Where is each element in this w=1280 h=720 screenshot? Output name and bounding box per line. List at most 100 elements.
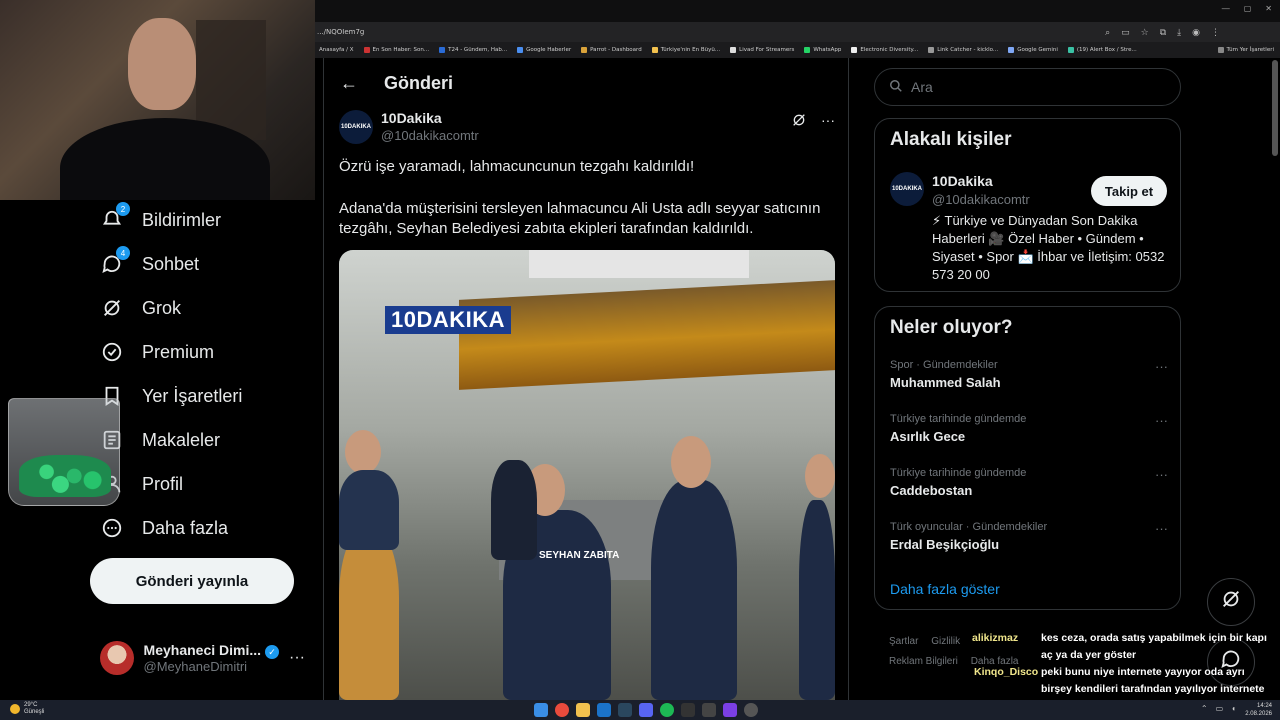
- sidebar-item-label: Daha fazla: [142, 517, 229, 538]
- post-button[interactable]: Gönderi yayınla: [90, 558, 294, 604]
- sidebar-item-grok[interactable]: Grok: [100, 296, 181, 320]
- bookmark-item[interactable]: Livad For Streamers: [730, 47, 794, 53]
- tweet-video[interactable]: 10DAKIKA SEYHAN ZABITA: [339, 250, 835, 700]
- bookmark-item[interactable]: Parrot - Dashboard: [581, 47, 642, 53]
- trend-name: Caddebostan: [890, 483, 973, 498]
- verified-icon: ✓: [265, 644, 280, 659]
- account-more-icon[interactable]: ···: [289, 649, 305, 667]
- follow-button[interactable]: Takip et: [1091, 176, 1167, 206]
- bookmark-item[interactable]: Anasayfa / X: [319, 47, 354, 53]
- chevron-up-icon[interactable]: ⌃: [1201, 704, 1208, 713]
- bookmark-item[interactable]: Electronic Diversity...: [851, 47, 918, 53]
- sidebar-item-bookmarks[interactable]: Yer İşaretleri: [100, 384, 242, 408]
- tweet-more-icon[interactable]: ···: [821, 112, 835, 131]
- folder-icon[interactable]: [576, 703, 590, 717]
- main-column: ← Gönderi 10DAKIKA 10Dakika @10dakikacom…: [323, 58, 849, 700]
- download-icon[interactable]: ⤓: [1177, 27, 1181, 38]
- spotify-icon[interactable]: [660, 703, 674, 717]
- network-icon[interactable]: ▭: [1216, 704, 1224, 713]
- all-bookmarks[interactable]: Tüm Yer İşaretleri: [1217, 47, 1280, 53]
- taskbar-apps: [534, 703, 758, 717]
- close-icon[interactable]: ✕: [1265, 4, 1272, 13]
- trend-item[interactable]: Türkiye tarihinde gündemde Caddebostan ·…: [890, 467, 1170, 498]
- trend-item[interactable]: Türkiye tarihinde gündemde Asırlık Gece …: [890, 413, 1170, 444]
- trend-more-icon[interactable]: ···: [1155, 467, 1168, 482]
- trend-item[interactable]: Türk oyuncular · Gündemdekiler Erdal Beş…: [890, 521, 1170, 552]
- more-circle-icon: [100, 516, 124, 540]
- bookmark-item[interactable]: Google Gemini: [1008, 47, 1058, 53]
- star-icon[interactable]: ☆: [1141, 27, 1149, 38]
- sidebar-item-label: Premium: [142, 341, 215, 362]
- tweet-avatar[interactable]: 10DAKIKA: [339, 110, 373, 144]
- tweet-author-name[interactable]: 10Dakika: [381, 110, 479, 126]
- discord-icon[interactable]: [639, 703, 653, 717]
- volume-icon[interactable]: ◖: [1231, 704, 1236, 713]
- video-officer: [651, 480, 737, 700]
- app-icon[interactable]: [723, 703, 737, 717]
- bookmark-item[interactable]: Google Haberler: [517, 47, 571, 53]
- bookmark-item[interactable]: Türkiye'nin En Büyü...: [651, 47, 720, 53]
- card-title: Neler oluyor?: [890, 317, 1013, 338]
- search-input[interactable]: [911, 79, 1151, 95]
- chat-badge: 4: [116, 246, 130, 260]
- trend-more-icon[interactable]: ···: [1155, 359, 1168, 374]
- extensions-icon[interactable]: ⧉: [1160, 27, 1166, 38]
- grok-fab[interactable]: [1207, 578, 1255, 626]
- zoom-icon[interactable]: ⌕: [1105, 27, 1110, 38]
- notification-badge: 2: [116, 202, 130, 216]
- chat-bubble-icon: 4: [100, 246, 130, 276]
- windows-taskbar: 29°C Güneşli ⌃ ▭ ◖ 14:24 2.08.2026: [0, 700, 1280, 720]
- sidebar-item-premium[interactable]: Premium: [100, 340, 214, 364]
- bookmark-item[interactable]: Link Catcher - kicklo...: [928, 47, 998, 53]
- menu-icon[interactable]: ⋮: [1211, 27, 1220, 38]
- video-vest-text: SEYHAN ZABITA: [539, 550, 620, 561]
- related-person-handle[interactable]: @10dakikacomtr: [932, 192, 1030, 207]
- show-more-link[interactable]: Daha fazla göster: [890, 581, 1000, 597]
- search-box[interactable]: [874, 68, 1181, 106]
- trend-more-icon[interactable]: ···: [1155, 521, 1168, 536]
- sidebar-item-more[interactable]: Daha fazla: [100, 516, 228, 540]
- app-icon[interactable]: [597, 703, 611, 717]
- bookmark-item[interactable]: En Son Haber: Son...: [363, 47, 429, 53]
- webcam-overlay: [0, 0, 315, 200]
- page-header: ← Gönderi: [324, 58, 848, 108]
- video-officer: [491, 460, 537, 560]
- back-arrow-icon[interactable]: ←: [340, 73, 358, 94]
- minimize-icon[interactable]: —: [1222, 4, 1230, 13]
- url-text[interactable]: .../NQOIem7g: [315, 28, 364, 36]
- bookmark-item[interactable]: T24 - Gündem, Hab...: [439, 47, 507, 53]
- profile-icon[interactable]: ◉: [1192, 27, 1200, 38]
- grok-explain-icon[interactable]: [791, 112, 807, 131]
- chrome-icon[interactable]: [555, 703, 569, 717]
- steam-icon[interactable]: [618, 703, 632, 717]
- account-switcher[interactable]: Meyhaneci Dimi... ✓ @MeyhaneDimitri ···: [100, 636, 315, 680]
- epic-games-icon[interactable]: [681, 703, 695, 717]
- card-title: Alakalı kişiler: [890, 129, 1012, 150]
- scrollbar-thumb[interactable]: [1272, 60, 1278, 156]
- related-person-avatar[interactable]: 10DAKIKA: [890, 172, 924, 206]
- sidebar-item-chat[interactable]: 4 Sohbet: [100, 246, 199, 276]
- bookmark-item[interactable]: WhatsApp: [804, 47, 841, 53]
- tweet-author-handle[interactable]: @10dakikacomtr: [381, 128, 479, 143]
- related-people-card: Alakalı kişiler 10DAKIKA 10Dakika @10dak…: [874, 118, 1181, 292]
- clock[interactable]: 14:24 2.08.2026: [1245, 702, 1272, 718]
- start-icon[interactable]: [534, 703, 548, 717]
- weather-widget[interactable]: 29°C Güneşli: [10, 702, 44, 716]
- related-person-name[interactable]: 10Dakika: [932, 173, 993, 189]
- sidebar-item-notifications[interactable]: 2 Bildirimler: [100, 202, 222, 232]
- obs-icon[interactable]: [744, 703, 758, 717]
- cast-icon[interactable]: ▭: [1121, 27, 1130, 38]
- app-icon[interactable]: [702, 703, 716, 717]
- sidebar-item-label: Bildirimler: [142, 209, 222, 230]
- account-info: Meyhaneci Dimi... ✓ @MeyhaneDimitri: [144, 642, 280, 674]
- address-bar[interactable]: .../NQOIem7g ⌕ ▭ ☆ ⧉ ⤓ ◉ ⋮: [315, 22, 1280, 42]
- footer-link[interactable]: Reklam Bilgileri: [889, 656, 958, 667]
- footer-link[interactable]: Şartlar: [889, 636, 918, 647]
- trend-item[interactable]: Spor · Gündemdekiler Muhammed Salah ···: [890, 359, 1170, 390]
- trend-more-icon[interactable]: ···: [1155, 413, 1168, 428]
- sun-icon: [10, 704, 20, 714]
- account-name: Meyhaneci Dimi... ✓: [144, 642, 280, 659]
- maximize-icon[interactable]: ▢: [1244, 4, 1252, 13]
- bookmark-item[interactable]: (19) Alert Box / Stre...: [1067, 47, 1137, 53]
- window-controls: — ▢ ✕: [1222, 4, 1272, 13]
